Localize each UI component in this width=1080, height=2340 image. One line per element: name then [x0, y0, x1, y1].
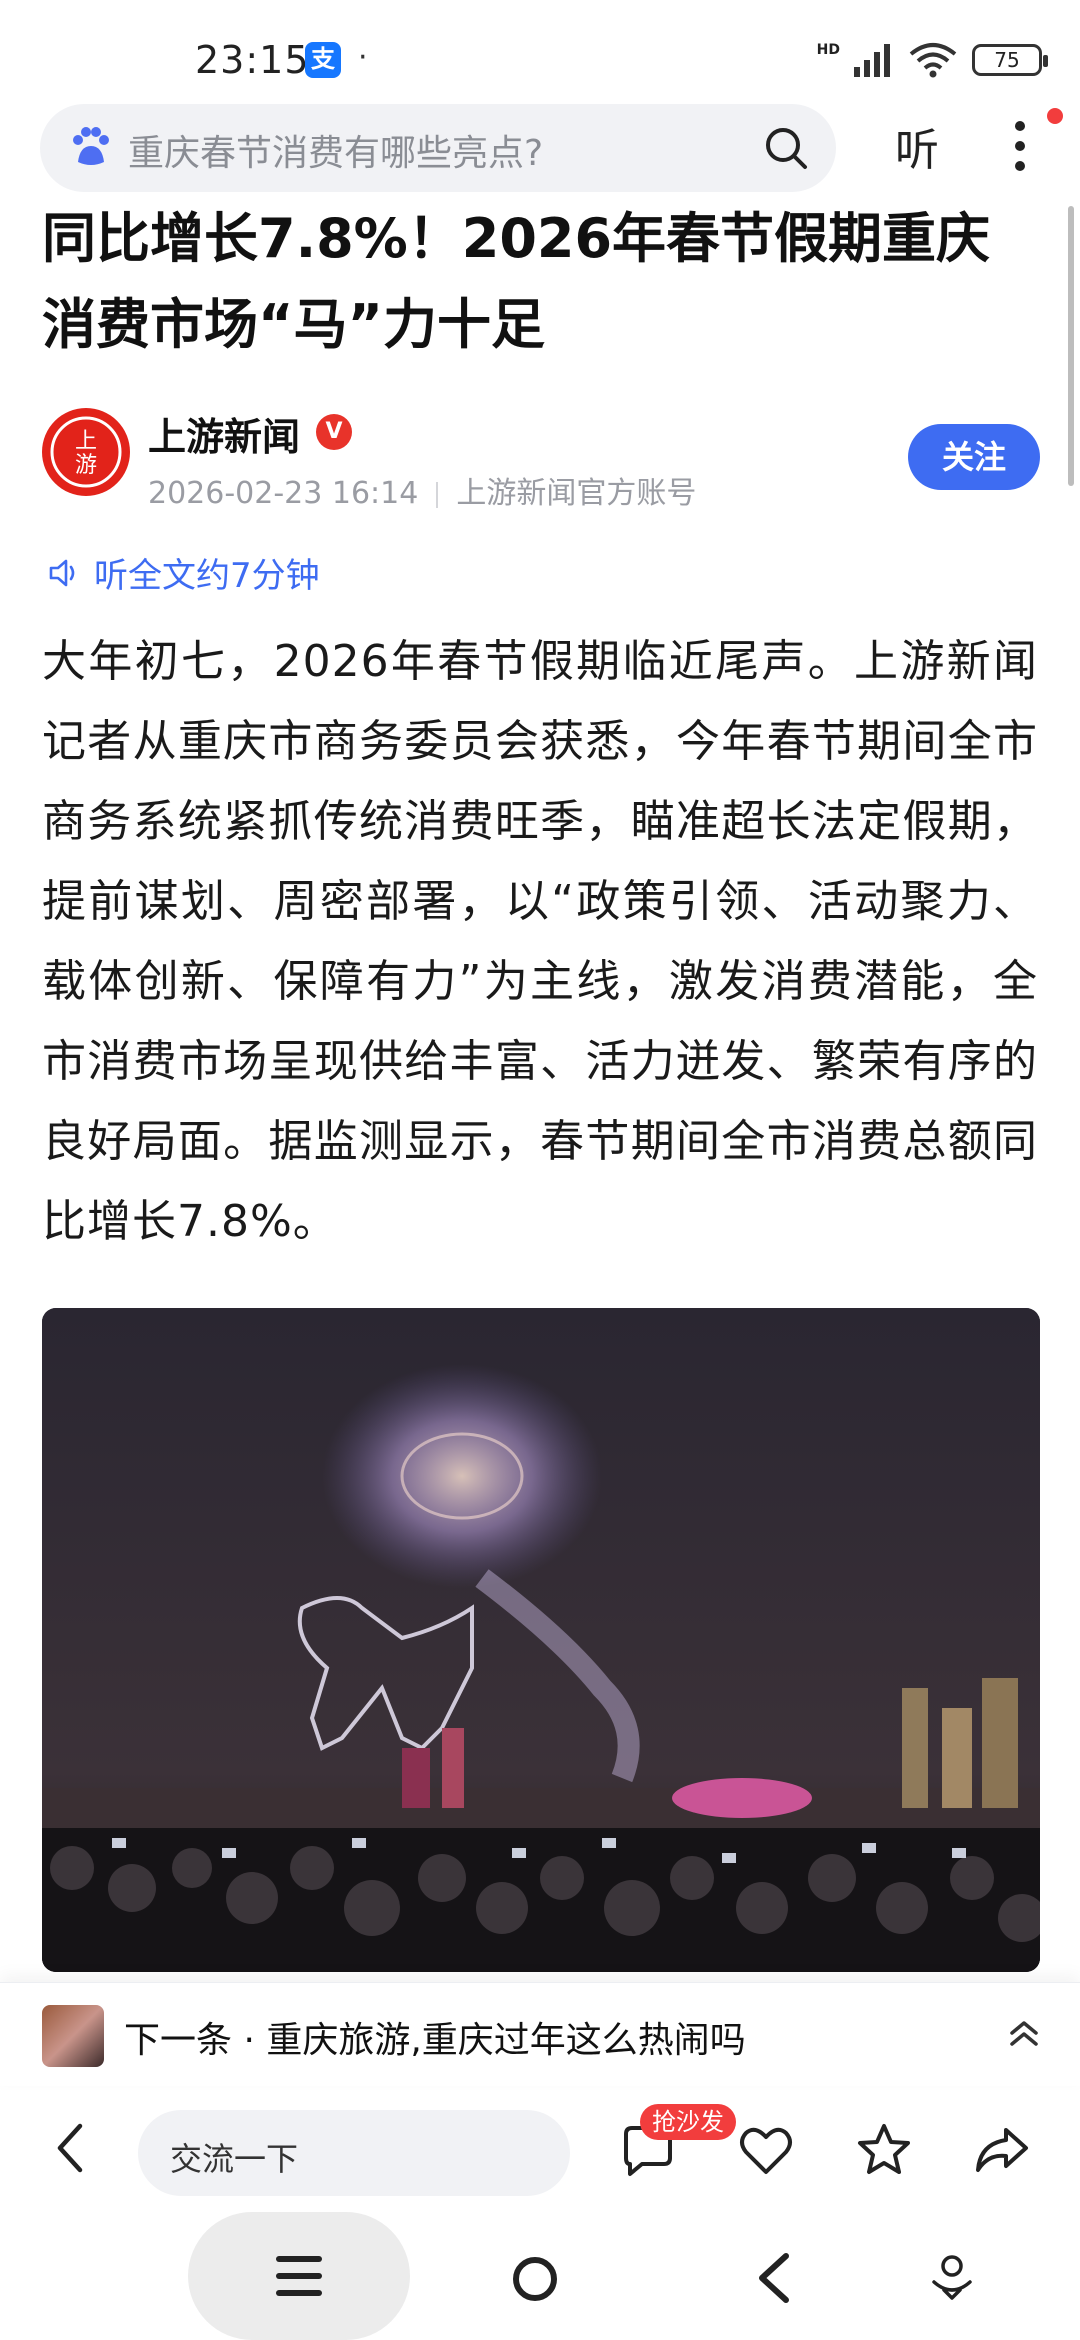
status-time: 23:15: [195, 38, 310, 82]
search-bar[interactable]: 重庆春节消费有哪些亮点?: [40, 104, 836, 192]
publish-time: 2026-02-23 16:14: [148, 476, 419, 511]
wifi-icon: [909, 43, 957, 78]
double-chevron-up-icon[interactable]: [1004, 2013, 1044, 2053]
favorite-star-icon[interactable]: [854, 2120, 914, 2180]
system-nav-bar: [0, 2208, 1080, 2340]
home-circle-icon[interactable]: [510, 2254, 560, 2304]
status-indicators: HD 75: [816, 40, 1048, 80]
svg-text:游: 游: [75, 453, 97, 478]
listen-full-article-button[interactable]: 听全文约7分钟: [48, 548, 320, 597]
listen-button[interactable]: 听: [895, 114, 939, 178]
signal-icon: [854, 44, 890, 77]
next-article-title: 下一条 · 重庆旅游,重庆过年这么热闹吗: [124, 2020, 746, 2061]
author-logo-text: 上: [75, 429, 97, 454]
search-query: 重庆春节消费有哪些亮点?: [128, 133, 544, 174]
status-bar: 23:15 支 · HD 75: [0, 0, 1080, 100]
comment-input[interactable]: 交流一下: [138, 2110, 570, 2196]
comment-placeholder: 交流一下: [170, 2140, 299, 2178]
follow-button[interactable]: 关注: [908, 424, 1040, 490]
back-arrow-icon[interactable]: [44, 2116, 100, 2180]
scrollbar[interactable]: [1068, 206, 1074, 486]
assistant-icon[interactable]: [928, 2252, 976, 2302]
network-type: HD: [816, 42, 840, 58]
battery-indicator: 75: [972, 44, 1048, 76]
article-title: 同比增长7.8%！2026年春节假期重庆消费市场“马”力十足: [42, 207, 991, 356]
speaker-icon: [49, 559, 75, 586]
next-article-bar[interactable]: 下一条 · 重庆旅游,重庆过年这么热闹吗: [0, 1982, 1080, 2086]
nav-back-icon[interactable]: [752, 2250, 796, 2306]
author-name[interactable]: 上游新闻: [148, 406, 300, 461]
search-icon[interactable]: [762, 124, 810, 172]
drone-show-image: [42, 1308, 1040, 1972]
notification-red-dot: [1047, 108, 1063, 124]
article-photo[interactable]: [42, 1308, 1040, 1972]
author-meta: 2026-02-23 16:14 上游新闻官方账号: [148, 468, 696, 512]
notification-dot: ·: [358, 40, 368, 75]
more-options-icon[interactable]: [1000, 114, 1040, 178]
author-logo-icon: 上 游: [50, 416, 122, 488]
like-heart-icon[interactable]: [736, 2120, 796, 2180]
menu-icon: [276, 2256, 322, 2296]
listen-full-label: 听全文约7分钟: [94, 556, 320, 596]
verified-badge-icon: V: [316, 414, 352, 450]
baidu-paw-icon: [73, 127, 109, 165]
alipay-notification-icon: 支: [305, 42, 341, 78]
share-arrow-icon[interactable]: [972, 2120, 1032, 2180]
next-article-thumbnail: [42, 2005, 104, 2067]
account-type: 上游新闻官方账号: [456, 476, 697, 511]
action-bar: 交流一下 抢沙发: [0, 2090, 1080, 2208]
author-avatar[interactable]: 上 游: [42, 408, 130, 496]
article-body: 大年初七，2026年春节假期临近尾声。上游新闻记者从重庆市商务委员会获悉，今年春…: [42, 636, 1038, 1247]
search-header: 重庆春节消费有哪些亮点? 听: [0, 100, 1080, 200]
meta-divider: [436, 481, 439, 508]
sofa-badge: 抢沙发: [640, 2104, 736, 2140]
menu-button[interactable]: [188, 2212, 410, 2340]
